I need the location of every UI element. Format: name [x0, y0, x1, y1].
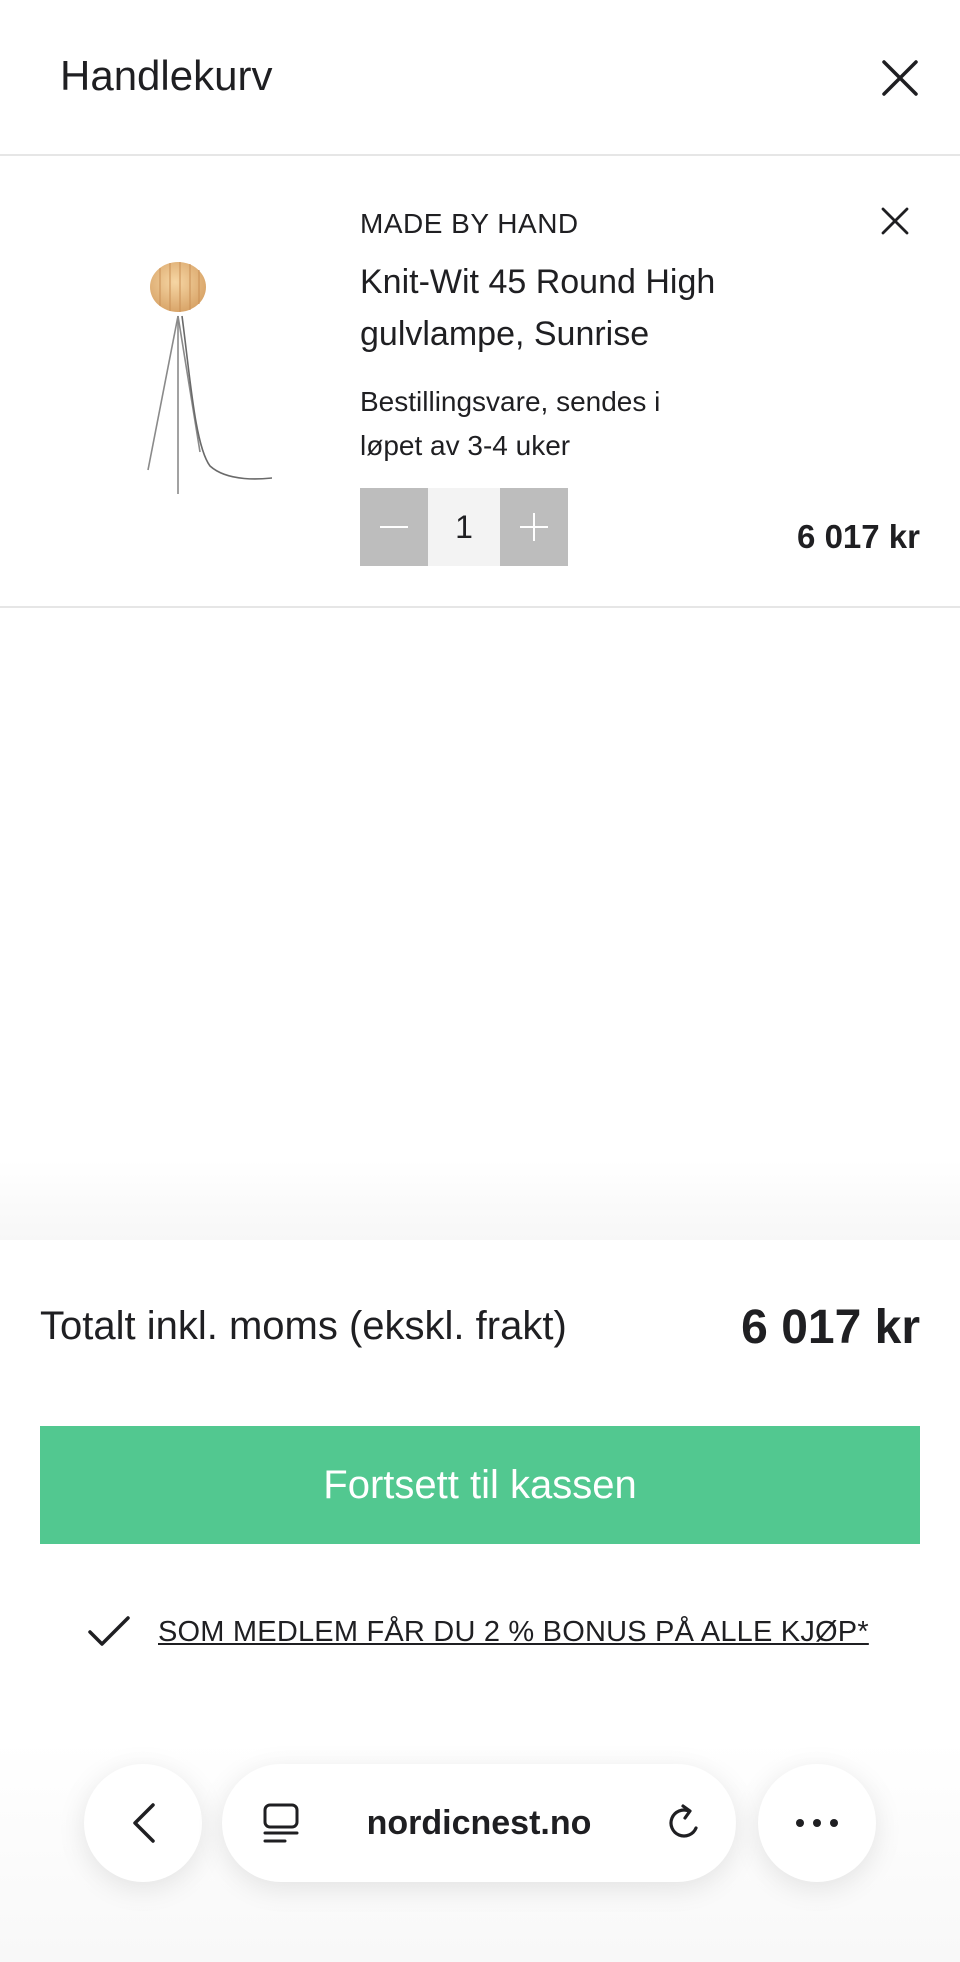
- reload-icon[interactable]: [662, 1802, 706, 1846]
- total-value: 6 017 kr: [741, 1301, 920, 1354]
- plus-icon: [520, 513, 548, 541]
- more-icon: [796, 1819, 838, 1827]
- decrease-quantity-button[interactable]: [360, 488, 428, 566]
- cart-item: MADE BY HAND Knit-Wit 45 Round High gulv…: [0, 156, 960, 608]
- product-name[interactable]: Knit-Wit 45 Round High gulvlampe, Sunris…: [360, 256, 780, 360]
- increase-quantity-button[interactable]: [500, 488, 568, 566]
- product-image[interactable]: [120, 256, 300, 496]
- browser-toolbar: nordicnest.no: [0, 1740, 960, 1962]
- back-arrow-icon: [133, 1803, 155, 1843]
- minus-icon: [380, 526, 408, 528]
- close-icon[interactable]: [878, 56, 922, 100]
- quantity-stepper: 1: [360, 488, 568, 566]
- tabs-icon[interactable]: [260, 1802, 302, 1846]
- page-title: Handlekurv: [60, 52, 273, 99]
- cart-header: Handlekurv: [0, 0, 960, 156]
- back-button[interactable]: [84, 1764, 202, 1882]
- scroll-fade: [0, 1160, 960, 1240]
- checkmark-icon: [88, 1616, 130, 1646]
- more-button[interactable]: [758, 1764, 876, 1882]
- member-bonus-text[interactable]: SOM MEDLEM FÅR DU 2 % BONUS PÅ ALLE KJØP…: [158, 1616, 869, 1649]
- total-label: Totalt inkl. moms (ekskl. frakt): [40, 1304, 567, 1348]
- url-text[interactable]: nordicnest.no: [367, 1804, 592, 1843]
- quantity-value[interactable]: 1: [428, 488, 500, 566]
- address-bar[interactable]: nordicnest.no: [222, 1764, 736, 1882]
- member-bonus-link[interactable]: SOM MEDLEM FÅR DU 2 % BONUS PÅ ALLE KJØP…: [86, 1612, 869, 1652]
- product-brand: MADE BY HAND: [360, 208, 579, 239]
- delivery-info: Bestillingsvare, sendes i løpet av 3-4 u…: [360, 386, 661, 461]
- remove-item-icon[interactable]: [880, 206, 910, 236]
- checkout-button[interactable]: Fortsett til kassen: [40, 1426, 920, 1544]
- item-price: 6 017 kr: [797, 518, 920, 555]
